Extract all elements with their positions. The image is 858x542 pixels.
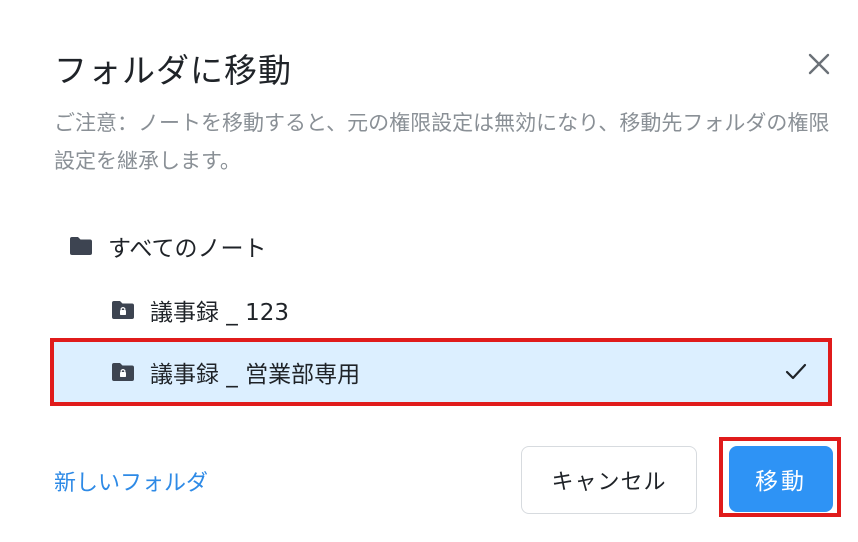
new-folder-link[interactable]: 新しいフォルダ <box>54 465 208 497</box>
tree-item-label: 議事録 _ 営業部専用 <box>150 362 361 388</box>
close-icon <box>808 53 830 75</box>
close-button[interactable] <box>803 48 835 80</box>
folder-icon <box>70 237 92 255</box>
check-icon <box>785 363 807 380</box>
dialog-title: フォルダに移動 <box>54 51 292 90</box>
cancel-button[interactable]: キャンセル <box>521 446 697 514</box>
tree-item-folder[interactable]: 議事録 _ 123 <box>110 292 289 328</box>
locked-folder-icon <box>112 363 134 381</box>
tree-item-label: 議事録 _ 123 <box>150 300 290 326</box>
move-button-highlight: 移動 <box>719 437 841 517</box>
tree-item-label: すべてのノート <box>108 236 267 262</box>
locked-folder-icon <box>112 301 134 319</box>
tree-item-all-notes[interactable]: すべてのノート <box>68 228 266 264</box>
move-button[interactable]: 移動 <box>729 446 833 512</box>
tree-item-folder-selected[interactable]: 議事録 _ 営業部専用 <box>50 338 832 406</box>
notice-text: ご注意：ノートを移動すると、元の権限設定は無効になり、移動先フォルダの権限設定を… <box>54 111 830 173</box>
